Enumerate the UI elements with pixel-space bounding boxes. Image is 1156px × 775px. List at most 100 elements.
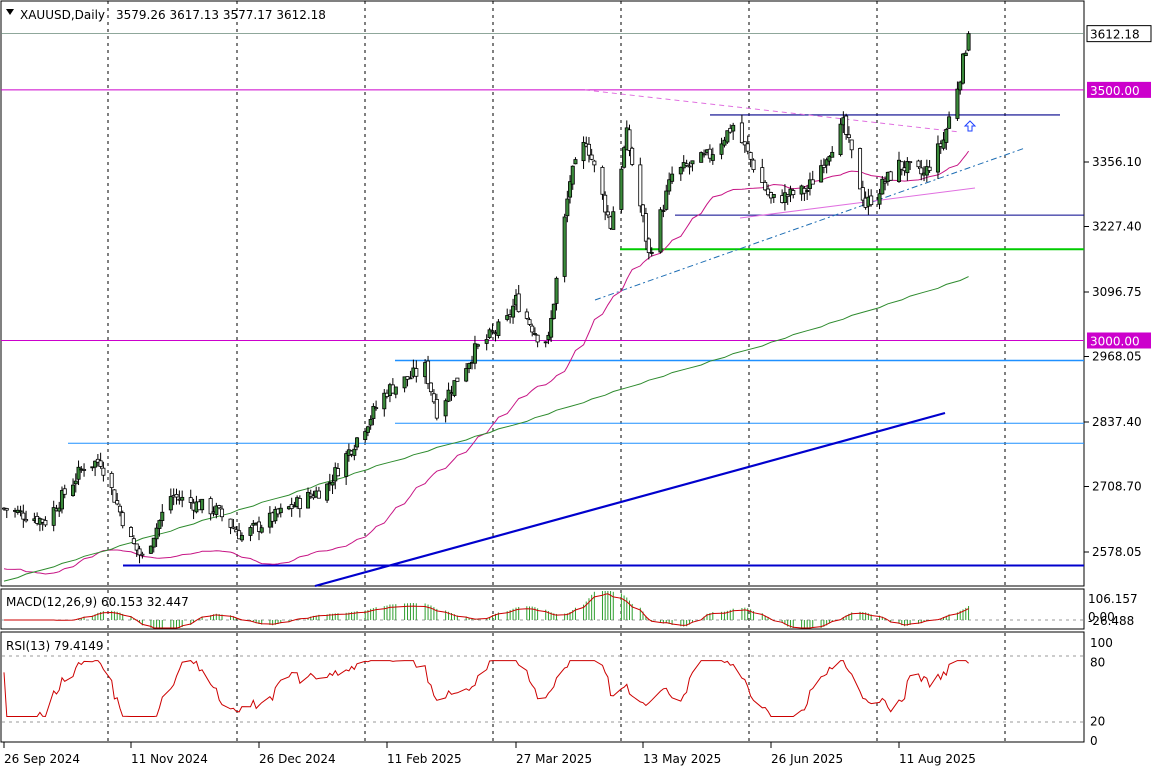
candle-body bbox=[4, 508, 9, 511]
candle-body bbox=[805, 190, 810, 192]
candle-body bbox=[771, 193, 776, 198]
candle-body bbox=[927, 166, 932, 171]
date-tick-label: 11 Nov 2024 bbox=[131, 752, 208, 766]
price-tick-label: 2708.70 bbox=[1092, 480, 1142, 494]
candle-body bbox=[830, 151, 835, 158]
candle-body bbox=[426, 360, 431, 385]
candle-body bbox=[883, 181, 888, 184]
candle-body bbox=[638, 164, 643, 207]
dropdown-triangle-icon[interactable] bbox=[6, 9, 14, 15]
date-tick-label: 27 Mar 2025 bbox=[516, 752, 592, 766]
date-axis: 26 Sep 2024 11 Nov 2024 26 Dec 2024 11 Feb … bbox=[3, 742, 976, 766]
candle-body bbox=[955, 88, 960, 119]
candle-body bbox=[524, 311, 529, 319]
trendline-long-support bbox=[314, 411, 946, 588]
up-arrow-icon bbox=[963, 120, 977, 132]
candle-body bbox=[731, 124, 736, 132]
candle-body bbox=[664, 190, 669, 210]
candle-body bbox=[434, 399, 439, 419]
candle-body bbox=[117, 505, 122, 513]
candle-body bbox=[600, 166, 605, 195]
candle-body bbox=[174, 494, 179, 498]
candle-body bbox=[739, 122, 744, 144]
candle-body bbox=[259, 527, 264, 533]
candle-body bbox=[944, 129, 949, 143]
candle-body bbox=[760, 167, 765, 183]
triangle-upper-line bbox=[584, 89, 961, 133]
candle-body bbox=[490, 330, 495, 333]
level-price-label: 3000.00 bbox=[1090, 334, 1140, 348]
candle-body bbox=[963, 52, 968, 56]
candle-body bbox=[228, 518, 233, 528]
candle-body bbox=[551, 303, 556, 319]
candle-body bbox=[484, 339, 489, 344]
candle-body bbox=[109, 472, 114, 488]
candle-body bbox=[592, 160, 597, 166]
candle-body bbox=[316, 490, 321, 499]
candle-body bbox=[511, 305, 516, 318]
candle-body bbox=[619, 168, 624, 210]
candle-body bbox=[428, 382, 433, 393]
candle-body bbox=[690, 160, 695, 165]
ma-green bbox=[3, 276, 969, 582]
candle-body bbox=[352, 448, 357, 456]
grid bbox=[2, 1, 1083, 741]
candle-body bbox=[605, 211, 610, 216]
rsi-tick-label: 0 bbox=[1090, 734, 1098, 748]
candle-body bbox=[368, 419, 373, 426]
candle-body bbox=[452, 380, 457, 396]
chart-header[interactable]: XAUUSD,Daily 3579.26 3617.13 3577.17 361… bbox=[6, 8, 326, 22]
candle-body bbox=[684, 163, 689, 166]
candle-body bbox=[73, 480, 78, 485]
candle-body bbox=[330, 481, 335, 486]
candle-body bbox=[646, 238, 651, 254]
candle-body bbox=[702, 153, 707, 156]
rsi-line bbox=[3, 660, 969, 718]
date-tick-label: 13 May 2025 bbox=[643, 752, 721, 766]
candle-body bbox=[670, 173, 675, 182]
candle-body bbox=[748, 152, 753, 160]
price-tick-label: 3356.10 bbox=[1092, 155, 1142, 169]
candle-body bbox=[21, 512, 26, 520]
candle-body bbox=[630, 147, 635, 165]
candles bbox=[2, 31, 971, 564]
candle-body bbox=[562, 216, 567, 277]
candle-body bbox=[858, 148, 863, 190]
candle-body bbox=[151, 537, 156, 548]
candle-body bbox=[745, 143, 750, 152]
macd-tick-label: -26.488 bbox=[1088, 614, 1134, 628]
candle-body bbox=[297, 498, 302, 510]
candle-body bbox=[710, 154, 715, 161]
candle-body bbox=[131, 538, 136, 544]
candle-body bbox=[649, 252, 654, 254]
candle-body bbox=[200, 498, 205, 511]
price-axis: 3356.10 3227.40 3096.75 2968.05 2837.40 2708.… bbox=[1084, 25, 1152, 748]
price-tick-label: 3096.75 bbox=[1092, 285, 1142, 299]
candle-body bbox=[905, 161, 910, 174]
date-tick-label: 26 Dec 2024 bbox=[259, 752, 336, 766]
ohlc-label: 3579.26 3617.13 3577.17 3612.18 bbox=[116, 8, 326, 22]
candle-body bbox=[464, 368, 469, 382]
candle-body bbox=[961, 53, 966, 84]
candle-body bbox=[455, 377, 460, 382]
candle-body bbox=[916, 160, 921, 168]
candle-body bbox=[239, 535, 244, 541]
candle-body bbox=[554, 277, 559, 304]
rsi-line-path bbox=[3, 660, 969, 718]
candle-body bbox=[527, 319, 532, 325]
candle-body bbox=[821, 164, 826, 168]
candle-body bbox=[549, 318, 554, 338]
candle-body bbox=[658, 209, 663, 253]
candle-body bbox=[98, 460, 103, 467]
candle-body bbox=[877, 193, 882, 205]
candle-body bbox=[472, 343, 477, 364]
candle-body bbox=[496, 321, 501, 336]
candle-body bbox=[140, 553, 145, 556]
candle-body bbox=[966, 33, 971, 51]
candle-body bbox=[888, 171, 893, 181]
candle-body bbox=[586, 143, 591, 156]
rsi-label: RSI(13) 79.4149 bbox=[6, 639, 104, 653]
candle-body bbox=[573, 159, 578, 165]
candle-body bbox=[157, 520, 162, 529]
symbol-label: XAUUSD,Daily bbox=[20, 8, 105, 22]
